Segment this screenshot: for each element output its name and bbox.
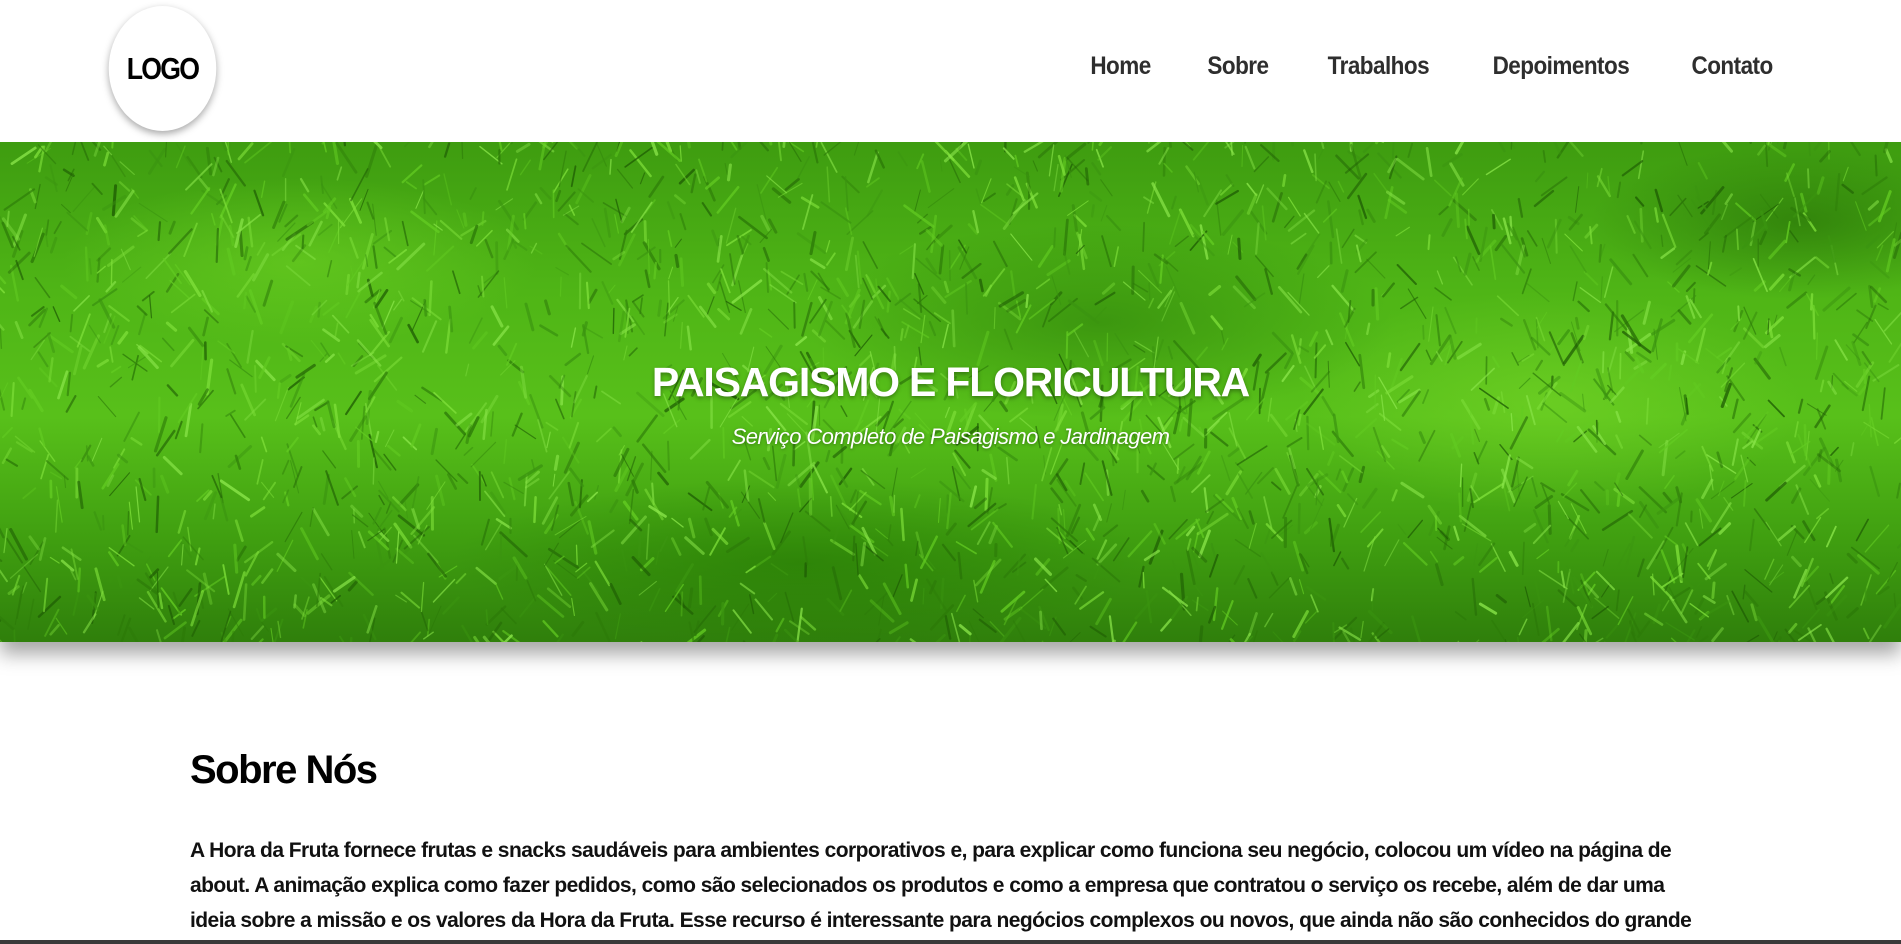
logo[interactable]: LOGO bbox=[108, 6, 217, 131]
about-paragraph: A Hora da Fruta fornece frutas e snacks … bbox=[190, 839, 1692, 932]
main-nav: Home Sobre Trabalhos Depoimentos Contato bbox=[1087, 52, 1777, 81]
hero-banner: PAISAGISMO E FLORICULTURA Serviço Comple… bbox=[0, 142, 1901, 642]
about-section: Sobre Nós A Hora da Fruta fornece frutas… bbox=[190, 748, 1710, 944]
page: LOGO Home Sobre Trabalhos Depoimentos Co… bbox=[0, 0, 1901, 944]
nav-link-depoimentos[interactable]: Depoimentos bbox=[1493, 52, 1630, 81]
nav-link-sobre[interactable]: Sobre bbox=[1208, 52, 1270, 81]
hero-subtitle: Serviço Completo de Paisagismo e Jardina… bbox=[731, 424, 1170, 449]
nav-link-home[interactable]: Home bbox=[1091, 52, 1152, 81]
site-header: LOGO Home Sobre Trabalhos Depoimentos Co… bbox=[0, 0, 1901, 142]
bottom-divider bbox=[0, 940, 1901, 944]
about-heading: Sobre Nós bbox=[190, 748, 378, 792]
hero-title: PAISAGISMO E FLORICULTURA bbox=[651, 359, 1250, 406]
nav-link-contato[interactable]: Contato bbox=[1691, 52, 1773, 81]
logo-text: LOGO bbox=[126, 50, 200, 86]
nav-link-trabalhos[interactable]: Trabalhos bbox=[1328, 52, 1430, 81]
